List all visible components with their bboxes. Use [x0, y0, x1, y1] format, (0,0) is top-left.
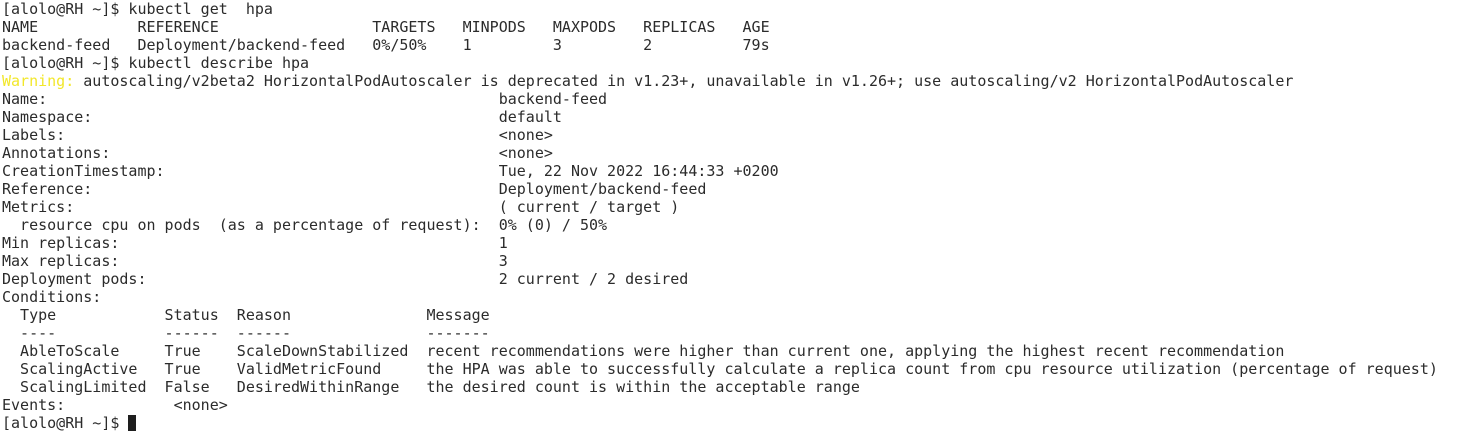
- terminal-line-command-get-hpa: [alolo@RH ~]$ kubectl get hpa: [2, 0, 273, 18]
- condition-row-scaling-limited: ScalingLimited False DesiredWithinRange …: [2, 378, 860, 396]
- text-cursor: [128, 415, 137, 431]
- describe-conditions: Conditions:: [2, 288, 102, 306]
- describe-reference: Reference: Deployment/backend-feed: [2, 180, 707, 198]
- describe-metrics: Metrics: ( current / target ): [2, 198, 680, 216]
- describe-deployment-pods: Deployment pods: 2 current / 2 desired: [2, 270, 689, 288]
- describe-min-replicas: Min replicas: 1: [2, 234, 508, 252]
- describe-labels: Labels: <none>: [2, 126, 553, 144]
- shell-prompt: [alolo@RH ~]$: [2, 414, 129, 432]
- conditions-table-header: Type Status Reason Message: [2, 306, 490, 324]
- deprecation-warning-line: Warning: autoscaling/v2beta2 HorizontalP…: [2, 72, 1459, 90]
- condition-row-scaling-active: ScalingActive True ValidMetricFound the …: [2, 360, 1438, 378]
- hpa-table-row: backend-feed Deployment/backend-feed 0%/…: [2, 36, 770, 54]
- shell-prompt-line[interactable]: [alolo@RH ~]$: [2, 414, 1459, 432]
- describe-max-replicas: Max replicas: 3: [2, 252, 508, 270]
- describe-creation-timestamp: CreationTimestamp: Tue, 22 Nov 2022 16:4…: [2, 162, 779, 180]
- terminal-window[interactable]: [alolo@RH ~]$ kubectl get hpa NAME REFER…: [0, 0, 1459, 437]
- describe-events: Events: <none>: [2, 396, 228, 414]
- terminal-line-command-describe-hpa: [alolo@RH ~]$ kubectl describe hpa: [2, 54, 310, 72]
- condition-row-able-to-scale: AbleToScale True ScaleDownStabilized rec…: [2, 342, 1285, 360]
- warning-label: Warning:: [2, 72, 75, 90]
- warning-text: autoscaling/v2beta2 HorizontalPodAutosca…: [74, 72, 1294, 90]
- describe-name: Name: backend-feed: [2, 90, 608, 108]
- describe-namespace: Namespace: default: [2, 108, 562, 126]
- conditions-table-separator: ---- ------ ------ -------: [2, 324, 490, 342]
- hpa-table-header: NAME REFERENCE TARGETS MINPODS MAXPODS R…: [2, 18, 770, 36]
- describe-annotations: Annotations: <none>: [2, 144, 553, 162]
- describe-metric-cpu: resource cpu on pods (as a percentage of…: [2, 216, 608, 234]
